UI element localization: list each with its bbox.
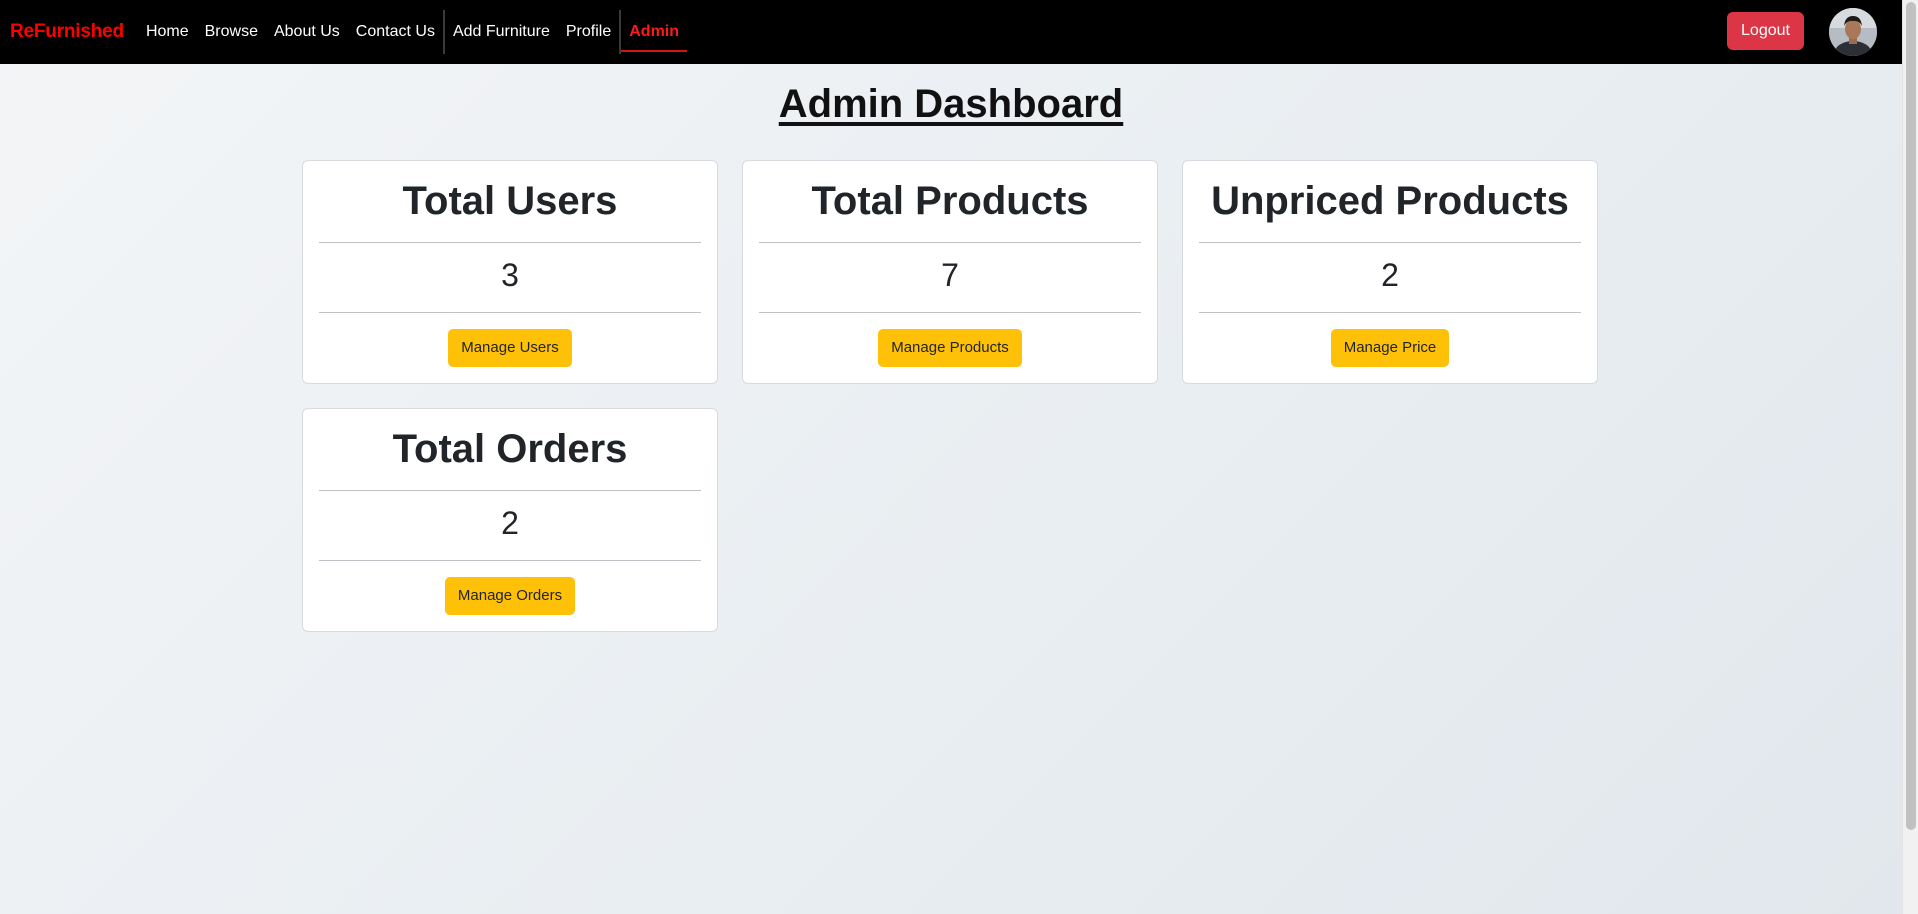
card-divider [759, 242, 1141, 243]
card-value: 2 [1381, 257, 1399, 293]
card-title: Total Orders [392, 427, 628, 471]
card-divider [319, 242, 701, 243]
card-divider [319, 312, 701, 313]
user-avatar-icon [1829, 8, 1877, 56]
brand-logo[interactable]: ReFurnished [10, 21, 124, 43]
card-title: Unpriced Products [1211, 179, 1569, 223]
card-value: 2 [501, 505, 519, 541]
card-divider [759, 312, 1141, 313]
stat-card-total-orders: Total Orders 2 Manage Orders [302, 408, 718, 632]
manage-orders-button[interactable]: Manage Orders [444, 577, 576, 615]
logout-button[interactable]: Logout [1727, 12, 1804, 50]
card-divider [1199, 312, 1581, 313]
stat-card-unpriced-products: Unpriced Products 2 Manage Price [1182, 160, 1598, 384]
nav-link-profile[interactable]: Profile [558, 0, 619, 64]
card-title: Total Products [811, 179, 1089, 223]
scrollbar-thumb[interactable] [1906, 2, 1916, 830]
card-divider [319, 490, 701, 491]
nav-link-home[interactable]: Home [138, 0, 197, 64]
card-value: 7 [941, 257, 959, 293]
stat-card-total-users: Total Users 3 Manage Users [302, 160, 718, 384]
manage-products-button[interactable]: Manage Products [878, 329, 1022, 367]
card-divider [319, 560, 701, 561]
nav-link-about-us[interactable]: About Us [266, 0, 348, 64]
nav-links: Home Browse About Us Contact Us Add Furn… [138, 0, 687, 64]
avatar[interactable] [1829, 8, 1877, 56]
card-title: Total Users [402, 179, 618, 223]
page-title: Admin Dashboard [778, 82, 1124, 126]
nav-link-admin[interactable]: Admin [621, 0, 687, 64]
vertical-scrollbar[interactable] [1902, 0, 1918, 914]
manage-price-button[interactable]: Manage Price [1330, 329, 1450, 367]
nav-link-contact-us[interactable]: Contact Us [348, 0, 443, 64]
manage-users-button[interactable]: Manage Users [448, 329, 572, 367]
top-navbar: ReFurnished Home Browse About Us Contact… [0, 0, 1902, 64]
nav-link-add-furniture[interactable]: Add Furniture [445, 0, 558, 64]
card-divider [1199, 242, 1581, 243]
nav-link-browse[interactable]: Browse [197, 0, 266, 64]
card-value: 3 [501, 257, 519, 293]
stat-card-total-products: Total Products 7 Manage Products [742, 160, 1158, 384]
